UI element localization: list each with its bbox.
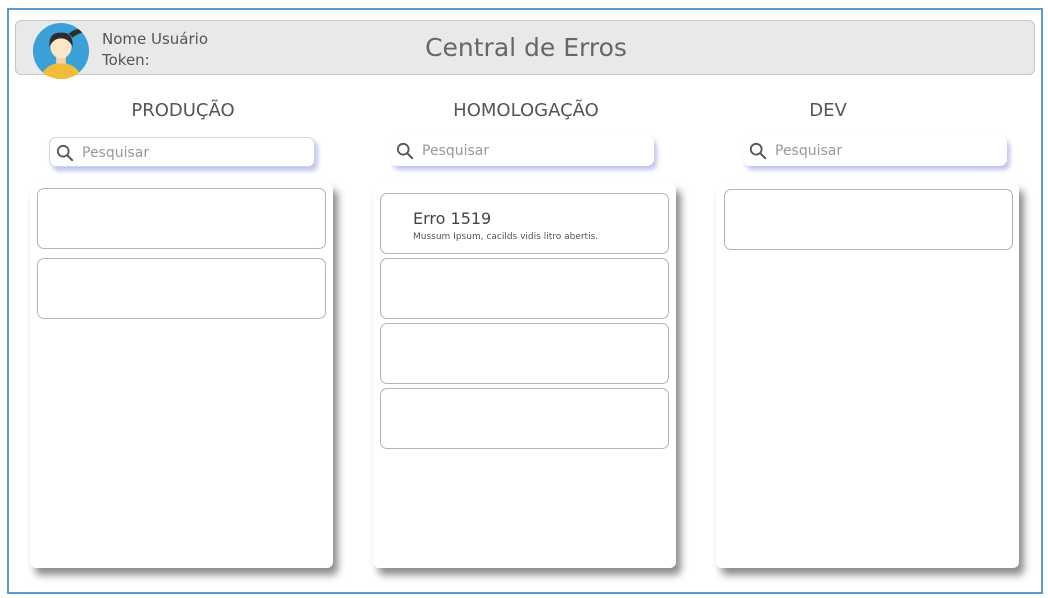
error-card[interactable] [37,258,326,319]
error-card-title: Erro 1519 [413,209,492,228]
column-title-homologacao: HOMOLOGAÇÃO [453,100,599,121]
error-card[interactable] [380,388,669,449]
error-card[interactable] [380,323,669,384]
search-icon [56,144,74,162]
user-token-label: Token: [102,51,150,69]
panel-producao [30,183,333,568]
panel-dev [716,183,1019,568]
search-placeholder: Pesquisar [422,143,490,159]
page-title: Central de Erros [425,33,627,62]
user-name: Nome Usuário [102,30,209,48]
error-card-description: Mussum Ipsum, cacilds vidis litro aberti… [413,232,599,242]
search-placeholder: Pesquisar [82,145,150,161]
error-card[interactable] [380,258,669,319]
column-title-dev: DEV [809,100,847,121]
error-card[interactable] [724,189,1013,250]
search-input-dev[interactable]: Pesquisar [743,136,1007,166]
panel-homologacao: Erro 1519 Mussum Ipsum, cacilds vidis li… [373,183,676,568]
error-card[interactable]: Erro 1519 Mussum Ipsum, cacilds vidis li… [380,193,669,254]
search-input-homologacao[interactable]: Pesquisar [390,136,654,166]
header-bar: Nome Usuário Token: Central de Erros [15,20,1035,80]
column-title-producao: PRODUÇÃO [131,100,235,121]
search-icon [396,142,414,160]
search-placeholder: Pesquisar [775,143,843,159]
error-card[interactable] [37,188,326,249]
search-input-producao[interactable]: Pesquisar [49,137,315,167]
user-avatar-icon[interactable] [32,22,90,80]
search-icon [749,142,767,160]
